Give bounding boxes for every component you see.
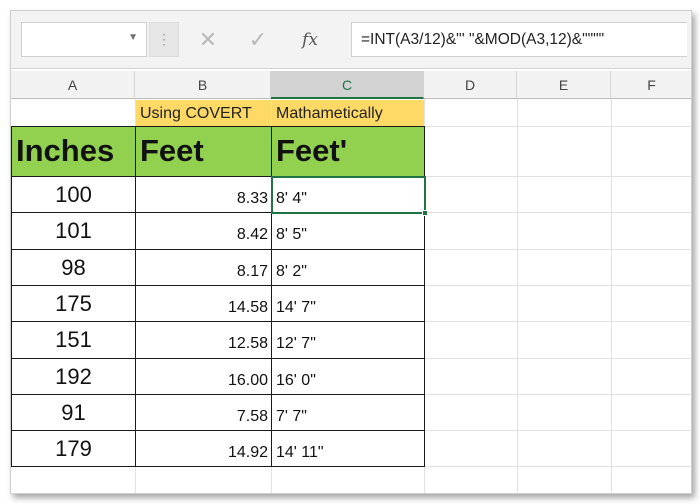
insert-function-button[interactable]: fx [295, 25, 325, 55]
cell-inches[interactable]: 192 [12, 359, 135, 394]
header-feet-prime[interactable]: Feet' [272, 127, 424, 176]
cell-inches[interactable]: 98 [12, 250, 135, 285]
cell-feet[interactable]: 8.42 [136, 213, 271, 249]
gridline-vertical [611, 99, 612, 493]
header-inches[interactable]: Inches [12, 127, 135, 176]
cell-feet[interactable]: 8.17 [136, 250, 271, 285]
cell-feet[interactable]: 8.33 [136, 177, 271, 212]
cell-feet[interactable]: 12.58 [136, 322, 271, 358]
gridline-vertical [517, 99, 518, 493]
column-header-c[interactable]: C [271, 71, 424, 99]
header-feet[interactable]: Feet [136, 127, 271, 176]
formula-bar: ▼ ⋮ ✕ ✓ fx =INT(A3/12)&"' "&MOD(A3,12)&"… [11, 11, 691, 69]
header-using-convert[interactable]: Using COVERT [136, 100, 271, 126]
vertical-dots-icon[interactable]: ⋮ [149, 22, 179, 57]
table-border-horizontal [11, 394, 425, 395]
cell-feet[interactable]: 16.00 [136, 359, 271, 394]
table-border-vertical [135, 126, 136, 467]
table-border-horizontal [11, 126, 425, 127]
cell-feet-text[interactable]: 14' 7" [272, 286, 424, 321]
x-icon: ✕ [198, 27, 218, 52]
cell-inches[interactable]: 91 [12, 395, 135, 430]
cell-feet-text[interactable]: 12' 7" [272, 322, 424, 358]
spreadsheet-window: ▼ ⋮ ✕ ✓ fx =INT(A3/12)&"' "&MOD(A3,12)&"… [10, 10, 692, 494]
cell-inches[interactable]: 101 [12, 213, 135, 249]
fill-handle[interactable] [422, 210, 428, 216]
cell-feet-text[interactable]: 8' 5" [272, 213, 424, 249]
column-header-a[interactable]: A [11, 71, 135, 99]
checkmark-icon: ✓ [248, 27, 268, 52]
cancel-button[interactable]: ✕ [193, 25, 223, 55]
chevron-down-icon[interactable]: ▼ [128, 32, 138, 43]
column-header-d[interactable]: D [424, 71, 517, 99]
column-header-e[interactable]: E [517, 71, 611, 99]
cell-feet-text[interactable]: 14' 11" [272, 431, 424, 466]
table-border-horizontal [11, 249, 425, 250]
cell-feet-text[interactable]: 7' 7" [272, 395, 424, 430]
table-border-horizontal [11, 321, 425, 322]
cell-inches[interactable]: 179 [12, 431, 135, 466]
table-border-horizontal [11, 430, 425, 431]
enter-button[interactable]: ✓ [243, 25, 273, 55]
formula-input[interactable]: =INT(A3/12)&"' "&MOD(A3,12)&"""" [351, 22, 687, 57]
fx-icon: fx [302, 30, 318, 50]
cell-feet[interactable]: 7.58 [136, 395, 271, 430]
cell-inches[interactable]: 100 [12, 177, 135, 212]
cell-feet[interactable]: 14.92 [136, 431, 271, 466]
cell-feet[interactable]: 14.58 [136, 286, 271, 321]
worksheet-grid[interactable]: ABCDEF Using COVERT Mathametically Inches F… [11, 71, 691, 493]
table-border-horizontal [11, 285, 425, 286]
cell-feet-text[interactable]: 8' 2" [272, 250, 424, 285]
table-border-horizontal [11, 466, 425, 467]
table-border-horizontal [11, 358, 425, 359]
table-border-vertical [11, 126, 12, 467]
name-box[interactable]: ▼ [21, 22, 147, 57]
column-header-b[interactable]: B [135, 71, 271, 99]
cell-feet-text[interactable]: 16' 0" [272, 359, 424, 394]
cell-inches[interactable]: 151 [12, 322, 135, 358]
header-mathematically[interactable]: Mathametically [272, 100, 424, 126]
column-header-f[interactable]: F [611, 71, 691, 99]
active-cell-selection[interactable] [271, 176, 426, 214]
cell-inches[interactable]: 175 [12, 286, 135, 321]
